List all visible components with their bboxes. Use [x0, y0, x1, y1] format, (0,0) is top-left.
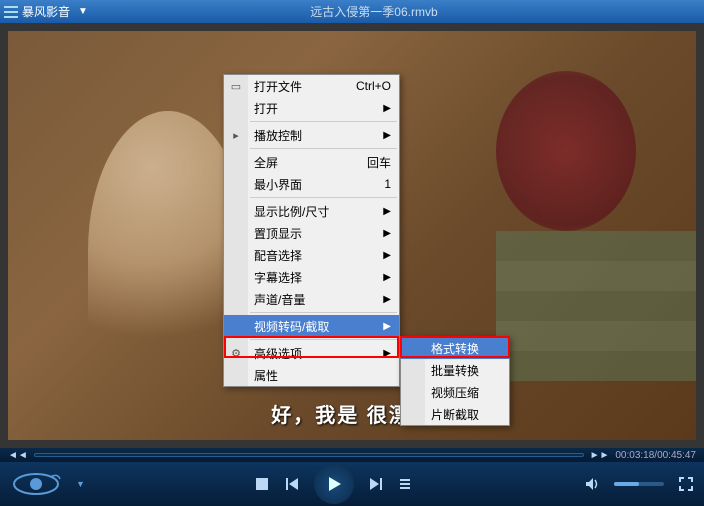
chevron-right-icon: ▶ [383, 348, 391, 359]
logo-dropdown-icon[interactable]: ▼ [76, 479, 85, 489]
menu-transcode[interactable]: 视频转码/截取 ▶ [224, 315, 399, 337]
play-button[interactable] [314, 464, 354, 504]
fullscreen-button[interactable] [678, 476, 694, 492]
chevron-right-icon: ▶ [383, 294, 391, 305]
seekbar: ◄◄ ►► 00:03:18/00:45:47 [0, 448, 704, 462]
playlist-button[interactable] [398, 476, 414, 492]
chevron-right-icon: ▶ [383, 228, 391, 239]
menu-audio-select[interactable]: 配音选择 ▶ [224, 244, 399, 266]
chevron-right-icon: ▶ [383, 103, 391, 114]
eye-logo[interactable] [10, 469, 62, 499]
menu-play-control[interactable]: ▸ 播放控制 ▶ [224, 124, 399, 146]
menu-mini-ui[interactable]: 最小界面 1 [224, 173, 399, 195]
titlebar-left[interactable]: 暴风影音 ▼ [4, 3, 88, 20]
menu-fullscreen[interactable]: 全屏 回车 [224, 151, 399, 173]
seek-prev-icon[interactable]: ◄◄ [8, 450, 28, 461]
menu-advanced[interactable]: ⚙ 高级选项 ▶ [224, 342, 399, 364]
play-icon: ▸ [229, 128, 243, 142]
menu-icon[interactable] [4, 6, 18, 18]
chevron-right-icon: ▶ [383, 130, 391, 141]
context-menu: ▭ 打开文件 Ctrl+O 打开 ▶ ▸ 播放控制 ▶ 全屏 回车 最小界面 1… [223, 74, 400, 387]
prev-button[interactable] [284, 476, 300, 492]
menu-channel-volume[interactable]: 声道/音量 ▶ [224, 288, 399, 310]
submenu-batch-convert[interactable]: 批量转换 [401, 359, 509, 381]
seek-next-icon[interactable]: ►► [590, 450, 610, 461]
menu-properties[interactable]: 属性 [224, 364, 399, 386]
menu-ontop[interactable]: 置顶显示 ▶ [224, 222, 399, 244]
menu-open[interactable]: 打开 ▶ [224, 97, 399, 119]
menu-subtitle-select[interactable]: 字幕选择 ▶ [224, 266, 399, 288]
volume-slider[interactable] [614, 482, 664, 486]
submenu-transcode: 格式转换 批量转换 视频压缩 片断截取 [400, 336, 510, 426]
chevron-right-icon: ▶ [383, 321, 391, 332]
menu-open-file[interactable]: ▭ 打开文件 Ctrl+O [224, 75, 399, 97]
app-name: 暴风影音 [22, 3, 70, 20]
control-bar: ▼ [0, 462, 704, 506]
chevron-down-icon[interactable]: ▼ [78, 6, 88, 17]
submenu-clip-capture[interactable]: 片断截取 [401, 403, 509, 425]
chevron-right-icon: ▶ [383, 250, 391, 261]
chevron-right-icon: ▶ [383, 206, 391, 217]
menu-display-ratio[interactable]: 显示比例/尺寸 ▶ [224, 200, 399, 222]
gear-icon: ⚙ [229, 346, 243, 360]
stop-button[interactable] [254, 476, 270, 492]
submenu-format-convert[interactable]: 格式转换 [401, 337, 509, 359]
file-title: 远古入侵第一季06.rmvb [88, 3, 660, 20]
seek-track[interactable] [34, 453, 584, 457]
volume-icon[interactable] [584, 476, 600, 492]
submenu-video-compress[interactable]: 视频压缩 [401, 381, 509, 403]
titlebar: 暴风影音 ▼ 远古入侵第一季06.rmvb [0, 0, 704, 23]
next-button[interactable] [368, 476, 384, 492]
file-icon: ▭ [229, 79, 243, 93]
time-display: 00:03:18/00:45:47 [615, 450, 696, 461]
chevron-right-icon: ▶ [383, 272, 391, 283]
